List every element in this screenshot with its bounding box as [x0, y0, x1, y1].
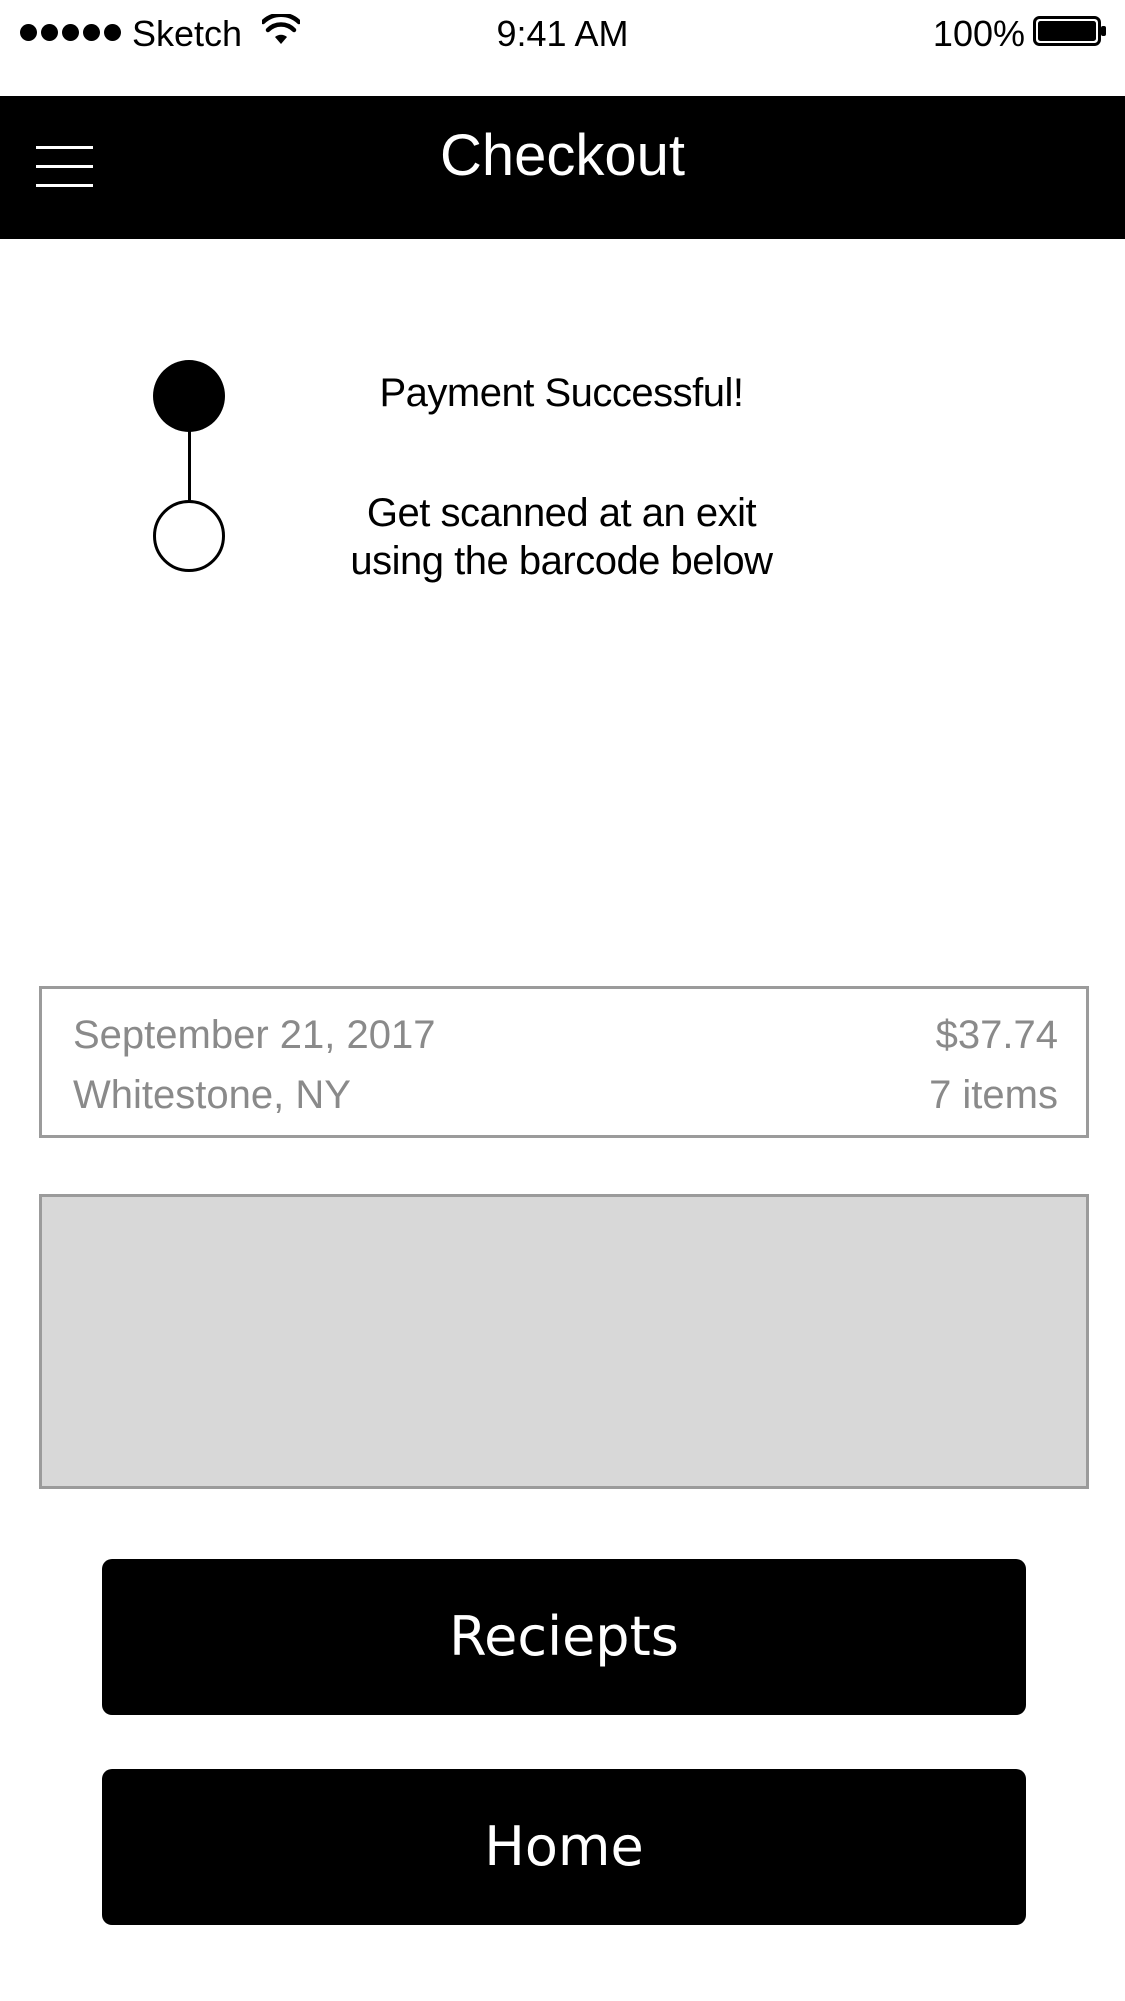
- stepper-connector: [188, 430, 191, 502]
- step-complete-indicator: [153, 360, 225, 432]
- order-summary-row: September 21, 2017 $37.74: [73, 1011, 1058, 1059]
- home-button[interactable]: Home: [102, 1769, 1026, 1925]
- step-payment-successful-label: Payment Successful!: [379, 371, 745, 415]
- page-title: Checkout: [439, 123, 686, 188]
- battery-icon: [1033, 16, 1106, 46]
- step-get-scanned-line1: Get scanned at an exit: [366, 491, 757, 535]
- battery-percentage: 100%: [932, 13, 1025, 54]
- barcode-placeholder: [39, 1194, 1089, 1489]
- order-item-count: 7 items: [929, 1073, 1058, 1117]
- order-summary-row: Whitestone, NY 7 items: [73, 1071, 1058, 1119]
- order-date: September 21, 2017: [73, 1013, 436, 1057]
- nav-header: Checkout: [0, 96, 1125, 239]
- status-bar: Sketch 9:41 AM 100%: [0, 0, 1125, 96]
- order-location: Whitestone, NY: [73, 1073, 351, 1117]
- step-get-scanned-label: Get scanned at an exit using the barcode…: [280, 489, 843, 585]
- step-pending-indicator: [153, 500, 225, 572]
- order-summary-card: September 21, 2017 $37.74 Whitestone, NY…: [39, 986, 1089, 1138]
- receipts-button[interactable]: Reciepts: [102, 1559, 1026, 1715]
- step-get-scanned-line2: using the barcode below: [350, 539, 773, 583]
- order-total: $37.74: [935, 1013, 1058, 1057]
